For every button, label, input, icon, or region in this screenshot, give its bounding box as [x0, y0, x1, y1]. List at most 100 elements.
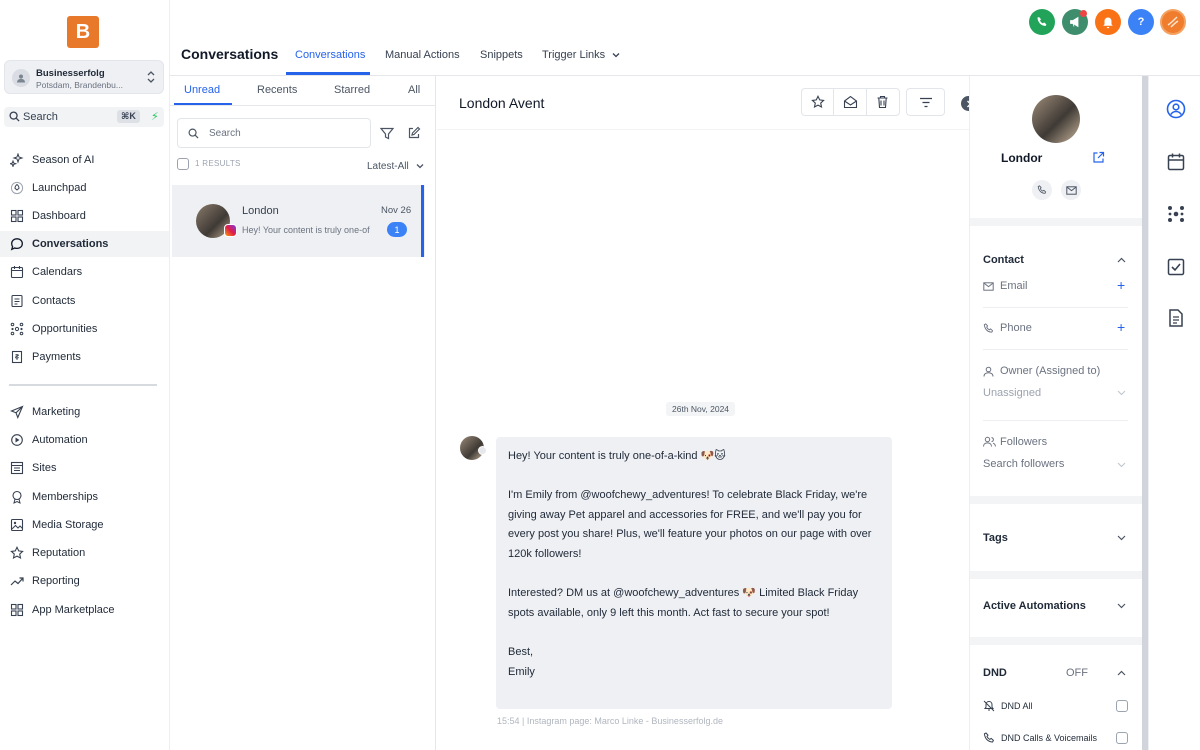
email-field-label: Email [1000, 280, 1028, 292]
mark-read-button[interactable] [834, 89, 867, 115]
tab-manual-actions[interactable]: Manual Actions [385, 49, 460, 61]
sidebar-item-dashboard[interactable]: Dashboard [0, 203, 169, 229]
sidebar-item-opportunities[interactable]: Opportunities [0, 316, 169, 342]
tab-starred[interactable]: Starred [334, 84, 370, 96]
followers-search-input[interactable]: Search followers [983, 458, 1064, 470]
bell-icon[interactable] [1095, 9, 1121, 35]
brand-logo[interactable]: B [67, 16, 99, 48]
phone-icon[interactable] [1029, 9, 1055, 35]
tab-all[interactable]: All [408, 84, 420, 96]
user-avatar-icon[interactable] [1160, 9, 1186, 35]
sidebar-item-sites[interactable]: Sites [0, 455, 169, 481]
chevron-down-icon[interactable] [1117, 535, 1126, 541]
email-contact-button[interactable] [1061, 180, 1081, 200]
opportunities-icon[interactable] [1166, 204, 1186, 224]
results-count: 1 RESULTS [195, 159, 241, 168]
sidebar-item-reporting[interactable]: Reporting [0, 568, 169, 594]
select-all-checkbox[interactable] [177, 158, 189, 170]
sidebar-item-memberships[interactable]: Memberships [0, 484, 169, 510]
conversation-search-input[interactable]: Search [177, 118, 371, 148]
add-email-button[interactable]: + [1117, 277, 1125, 293]
tab-snippets[interactable]: Snippets [480, 49, 523, 61]
conversation-preview: Hey! Your content is truly one-of-a-kind [242, 225, 370, 235]
sidebar-item-label: Automation [32, 434, 88, 446]
field-divider [983, 420, 1128, 421]
sort-dropdown-label: Latest-All [367, 161, 409, 172]
external-link-icon[interactable] [1092, 151, 1105, 164]
filter-messages-button[interactable] [906, 88, 945, 116]
sidebar-item-payments[interactable]: Payments [0, 344, 169, 370]
sidebar-item-media-storage[interactable]: Media Storage [0, 512, 169, 538]
tab-unread[interactable]: Unread [184, 84, 220, 96]
sidebar-item-app-marketplace[interactable]: App Marketplace [0, 597, 169, 623]
bolt-icon[interactable]: ⚡ [151, 110, 159, 123]
sidebar-item-label: Reporting [32, 575, 80, 587]
dnd-section-header[interactable]: DND [983, 667, 1007, 679]
receipt-icon [11, 350, 23, 364]
chevron-up-icon[interactable] [1117, 670, 1126, 676]
sidebar-item-calendars[interactable]: Calendars [0, 259, 169, 285]
dnd-calls-checkbox[interactable] [1116, 732, 1128, 744]
tab-trigger-links[interactable]: Trigger Links [542, 49, 620, 61]
sidebar-item-label: Conversations [32, 238, 109, 250]
dnd-all-checkbox[interactable] [1116, 700, 1128, 712]
account-name: Businesserfolg [36, 68, 105, 79]
search-placeholder: Search [209, 128, 241, 139]
message-bubble: Hey! Your content is truly one-of-a-kind… [496, 437, 892, 709]
tags-section-header[interactable]: Tags [983, 532, 1008, 544]
global-search[interactable]: Search ⌘K ⚡ [4, 107, 164, 127]
chevron-up-icon[interactable] [1117, 257, 1126, 263]
sidebar-item-automation[interactable]: Automation [0, 427, 169, 453]
filter-icon[interactable] [380, 127, 394, 140]
sidebar-item-marketing[interactable]: Marketing [0, 399, 169, 425]
sidebar-item-season-of-ai[interactable]: Season of AI [0, 147, 169, 173]
field-divider [983, 349, 1128, 350]
contact-section-header[interactable]: Contact [983, 254, 1024, 266]
sidebar-item-label: Opportunities [32, 323, 98, 335]
sort-dropdown[interactable]: Latest-All [367, 161, 424, 172]
account-switcher[interactable]: Businesserfolg Potsdam, Brandenbu... [4, 60, 164, 94]
sidebar-item-contacts[interactable]: Contacts [0, 288, 169, 314]
call-contact-button[interactable] [1032, 180, 1052, 200]
owner-field-label: Owner (Assigned to) [1000, 365, 1101, 377]
chevron-down-icon [417, 164, 424, 169]
sidebar-item-label: Calendars [32, 266, 83, 278]
sidebar-item-reputation[interactable]: Reputation [0, 540, 169, 566]
add-phone-button[interactable]: + [1117, 319, 1125, 335]
filter-lines-icon [919, 97, 932, 107]
contact-name: Londor [1001, 151, 1043, 165]
compose-icon[interactable] [407, 126, 421, 140]
sidebar-item-conversations[interactable]: Conversations [0, 231, 169, 257]
trend-icon [10, 577, 24, 586]
section-divider [970, 637, 1142, 645]
sidebar-divider [9, 384, 157, 386]
award-icon [12, 490, 22, 504]
star-button[interactable] [802, 89, 835, 115]
delete-button[interactable] [867, 89, 899, 115]
conversation-name: London [242, 205, 279, 217]
contacts-icon [11, 294, 23, 308]
conversation-list-item[interactable]: London Nov 26 Hey! Your content is truly… [172, 185, 425, 257]
sidebar-item-label: App Marketplace [32, 604, 115, 616]
page-title: Conversations [181, 46, 279, 62]
sidebar-item-label: Sites [32, 462, 57, 474]
notes-icon[interactable] [1166, 308, 1186, 328]
notification-dot [1080, 10, 1087, 17]
chevron-down-icon[interactable] [1117, 603, 1126, 609]
user-icon [983, 366, 994, 377]
megaphone-icon[interactable] [1062, 9, 1088, 35]
tasks-icon[interactable] [1166, 257, 1186, 277]
chevron-down-icon [1117, 462, 1126, 468]
contact-profile-icon[interactable] [1166, 99, 1186, 119]
help-icon[interactable]: ? [1128, 9, 1154, 35]
tab-recents[interactable]: Recents [257, 84, 297, 96]
tab-conversations[interactable]: Conversations [295, 49, 365, 61]
active-automations-header[interactable]: Active Automations [983, 600, 1086, 612]
calendar-icon[interactable] [1166, 152, 1186, 172]
sidebar-item-launchpad[interactable]: Launchpad [0, 175, 169, 201]
date-separator: 26th Nov, 2024 [666, 402, 736, 416]
sidebar-item-label: Memberships [32, 491, 99, 503]
owner-select[interactable]: Unassigned [983, 387, 1041, 399]
account-location: Potsdam, Brandenbu... [36, 80, 123, 90]
selected-indicator [421, 185, 424, 257]
